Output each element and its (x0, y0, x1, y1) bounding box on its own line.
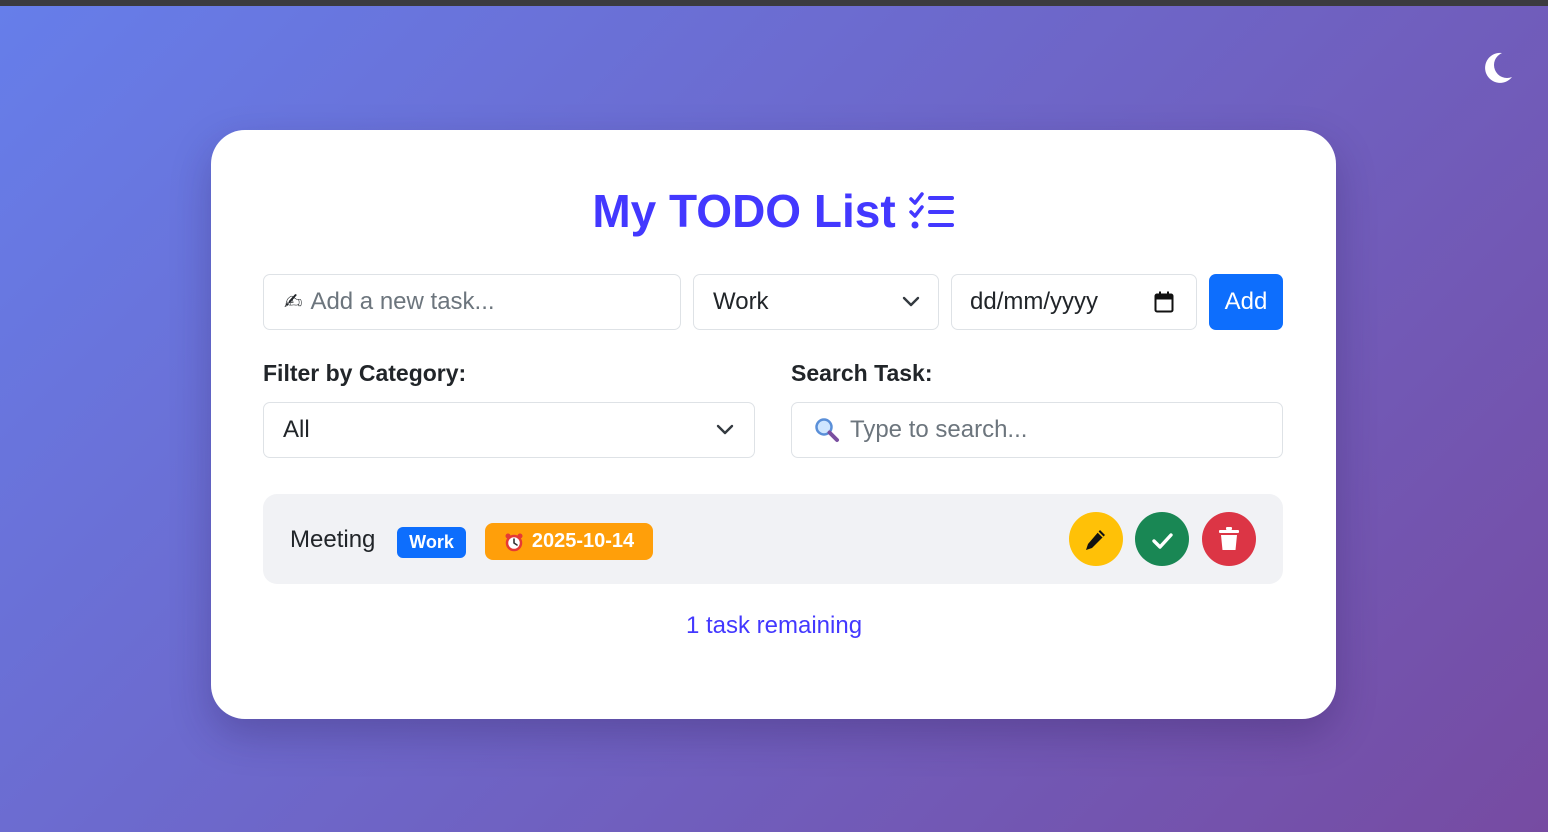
writing-hand-icon: ✍ (284, 289, 303, 314)
task-input[interactable]: ✍ Add a new task... (263, 274, 681, 330)
complete-task-button[interactable] (1135, 512, 1189, 566)
due-date-placeholder: dd/mm/yyyy (970, 288, 1099, 315)
filter-label: Filter by Category: (263, 360, 467, 386)
category-badge: Work (397, 527, 466, 558)
task-text: Meeting (290, 526, 376, 553)
trash-icon (1219, 527, 1239, 550)
search-placeholder: Type to search... (850, 416, 1028, 443)
window-top-bar (0, 0, 1548, 6)
tasks-remaining-text: 1 task remaining (685, 612, 863, 639)
category-select[interactable]: Work (693, 274, 939, 330)
due-date-text: 2025-10-14 (531, 530, 635, 552)
moon-icon (1485, 52, 1512, 83)
due-date-input[interactable]: dd/mm/yyyy (951, 274, 1197, 330)
search-label: Search Task: (791, 360, 933, 386)
remaining-count-container: 1 task remaining (0, 612, 1548, 640)
due-date-badge: 2025-10-14 (485, 523, 653, 560)
edit-task-button[interactable] (1069, 512, 1123, 566)
chevron-down-icon (716, 424, 734, 435)
calendar-icon[interactable] (1154, 291, 1174, 313)
task-input-placeholder: Add a new task... (310, 288, 495, 315)
pencil-icon (1086, 530, 1105, 550)
filter-category-select[interactable]: All (263, 402, 755, 458)
check-icon (1152, 533, 1173, 549)
add-task-button[interactable]: Add (1209, 274, 1283, 330)
chevron-down-icon (902, 296, 920, 307)
search-input[interactable]: Type to search... (791, 402, 1283, 458)
search-icon (815, 418, 839, 442)
alarm-clock-icon (505, 533, 523, 551)
filter-select-value: All (283, 416, 310, 443)
category-select-value: Work (713, 288, 769, 315)
delete-task-button[interactable] (1202, 512, 1256, 566)
theme-toggle-button[interactable] (1478, 48, 1518, 88)
